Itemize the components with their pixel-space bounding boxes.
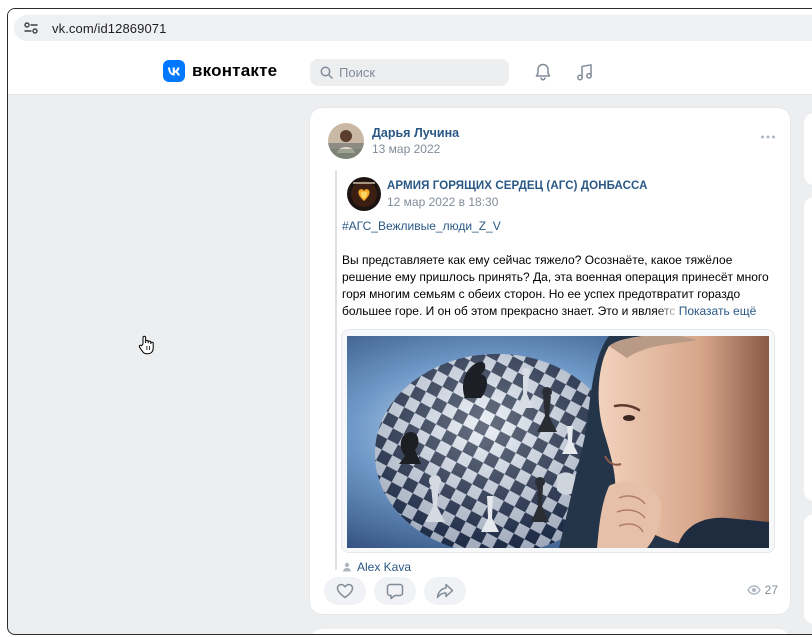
music-icon[interactable]	[574, 61, 596, 83]
views-counter: 27	[746, 583, 778, 597]
search-input[interactable]	[339, 65, 499, 80]
vk-logo[interactable]: вконтакте	[163, 60, 277, 82]
views-count: 27	[764, 583, 778, 597]
url-text[interactable]: vk.com/id12869071	[52, 21, 166, 36]
user-icon	[343, 562, 351, 572]
heart-icon	[336, 583, 354, 599]
more-options-icon[interactable]	[760, 134, 776, 140]
repost-divider	[335, 170, 337, 570]
browser-window: vk.com/id12869071 вконтакте Поиск Дарья …	[7, 8, 812, 635]
wall-post: Дарья Лучина 13 мар 2022 АРМИЯ ГОРЯЩИХ С…	[310, 108, 790, 614]
bell-icon[interactable]	[532, 61, 554, 83]
author-avatar[interactable]	[328, 123, 364, 159]
comment-icon	[386, 583, 404, 599]
side-card	[804, 197, 812, 501]
show-more-link[interactable]: Показать ещё	[679, 304, 757, 318]
share-icon	[436, 583, 454, 599]
post-date[interactable]: 13 мар 2022	[372, 142, 440, 156]
author-name[interactable]: Дарья Лучина	[372, 126, 459, 140]
site-info-icon[interactable]	[20, 17, 42, 39]
post-text-faded: являетс	[631, 304, 676, 318]
post-actions	[324, 577, 474, 605]
like-button[interactable]	[324, 577, 366, 605]
group-name[interactable]: АРМИЯ ГОРЯЩИХ СЕРДЕЦ (АГС) ДОНБАССА	[387, 180, 648, 192]
photo-source[interactable]: Alex Kava	[342, 560, 411, 574]
vk-logo-icon	[163, 60, 185, 82]
side-card	[804, 113, 812, 185]
vk-header: вконтакте	[8, 47, 812, 95]
comment-button[interactable]	[374, 577, 416, 605]
side-card	[804, 514, 812, 624]
hand-cursor-icon	[138, 335, 154, 355]
eye-icon	[746, 585, 761, 595]
next-post-card	[310, 629, 790, 634]
group-avatar[interactable]	[347, 177, 381, 211]
vk-logo-text: вконтакте	[192, 61, 278, 80]
repost-date[interactable]: 12 мар 2022 в 18:30	[387, 195, 498, 209]
photo-source-name[interactable]: Alex Kava	[357, 560, 411, 574]
hashtag-link[interactable]: #АГС_Вежливые_люди_Z_V	[342, 219, 501, 233]
share-button[interactable]	[424, 577, 466, 605]
post-text: Вы представляете как ему сейчас тяжело? …	[342, 252, 774, 320]
address-bar: vk.com/id12869071	[8, 9, 812, 47]
search-icon	[320, 66, 333, 79]
post-photo[interactable]	[341, 329, 775, 553]
search-box[interactable]	[310, 59, 509, 86]
url-field[interactable]: vk.com/id12869071	[14, 15, 812, 41]
chess-globe-illustration	[347, 336, 769, 548]
